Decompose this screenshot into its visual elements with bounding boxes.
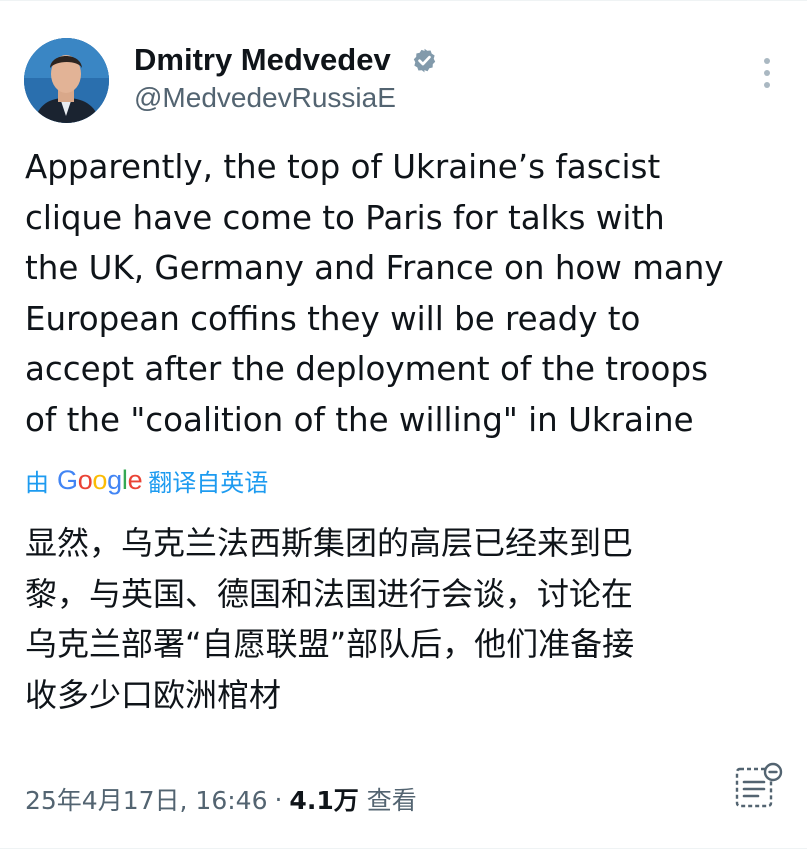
translated-text: 显然，乌克兰法西斯集团的高层已经来到巴 黎，与英国、德国和法国进行会谈，讨论在 … — [25, 524, 635, 714]
author-handle[interactable]: @MedvedevRussiaE — [134, 80, 396, 116]
author-name[interactable]: Dmitry Medvedev — [134, 40, 391, 80]
translated-by-google[interactable]: 由 Google 翻译自英语 — [25, 460, 268, 500]
google-logo: Google — [57, 464, 143, 495]
dot — [764, 70, 770, 76]
avatar[interactable] — [24, 38, 109, 123]
timestamp[interactable]: 25年4月17日, 16:46 — [25, 781, 267, 817]
translation-prefix: 由 — [25, 468, 49, 497]
views-label: 查看 — [366, 786, 417, 815]
verified-badge-icon — [413, 48, 436, 73]
bottom-divider — [0, 848, 807, 849]
translation-suffix: 翻译自英语 — [148, 468, 269, 497]
post-analytics-icon[interactable] — [734, 762, 784, 810]
separator: · — [274, 784, 283, 814]
views-count: 4.1万 — [289, 786, 359, 815]
top-divider — [0, 0, 807, 1]
dot — [764, 82, 770, 88]
post-meta: 25年4月17日, 16:46 · 4.1万 查看 — [25, 779, 417, 819]
dot — [764, 58, 770, 64]
tweet-text: Apparently, the top of Ukraine’s fascist… — [25, 148, 724, 439]
avatar-photo — [24, 38, 109, 123]
more-options-icon[interactable] — [752, 56, 782, 90]
